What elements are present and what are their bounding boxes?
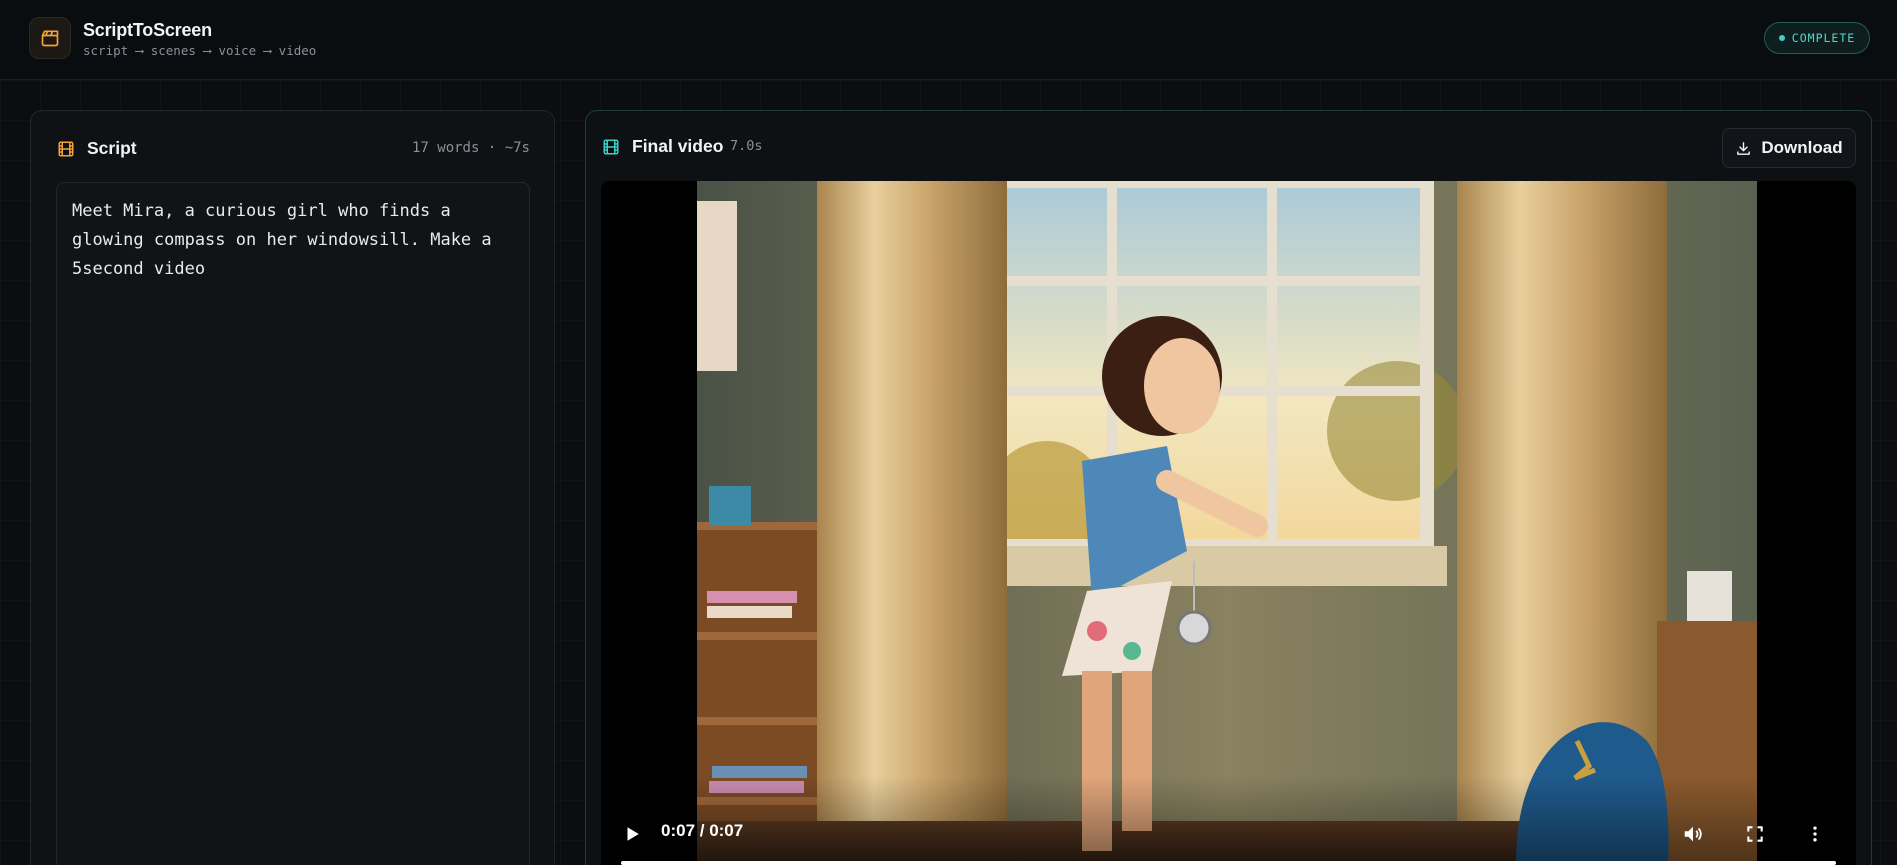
volume-icon[interactable] [1679,820,1707,848]
progress-bar[interactable] [621,861,1836,865]
app-logo [29,17,71,59]
status-badge: COMPLETE [1764,22,1870,54]
status-dot-icon [1778,35,1785,41]
status-label: COMPLETE [1791,31,1856,45]
download-label: Download [1761,138,1843,157]
time-display: 0:07 / 0:07 [661,821,744,840]
pipeline-subtitle: script ⟶ scenes ⟶ voice ⟶ video [83,43,317,58]
video-panel-title: Final video [632,136,724,156]
script-textarea[interactable]: Meet Mira, a curious girl who finds a gl… [56,182,530,865]
progress-fill [621,861,1836,865]
film-strip-icon [57,140,75,158]
app-title: ScriptToScreen [83,20,212,40]
download-icon [1737,141,1751,155]
more-options-icon[interactable] [1801,820,1829,848]
script-word-count: 17 words · ~7s [411,140,530,156]
play-icon[interactable] [619,821,645,847]
video-controls: 0:07 / 0:07 [601,776,1856,865]
film-strip-icon [602,138,620,156]
script-panel-title: Script [87,138,137,158]
video-frame-image [697,181,1757,865]
top-bar: ScriptToScreen script ⟶ scenes ⟶ voice ⟶… [0,0,1897,80]
download-button[interactable]: Download [1722,128,1856,168]
fullscreen-icon[interactable] [1741,820,1769,848]
video-duration: 7.0s [730,138,763,154]
script-panel: Script 17 words · ~7s Meet Mira, a curio… [30,110,555,865]
video-player[interactable]: 0:07 / 0:07 [601,181,1856,865]
clapperboard-icon [41,30,59,47]
video-panel: Final video 7.0s Download 0:07 / 0:07 [585,110,1872,865]
